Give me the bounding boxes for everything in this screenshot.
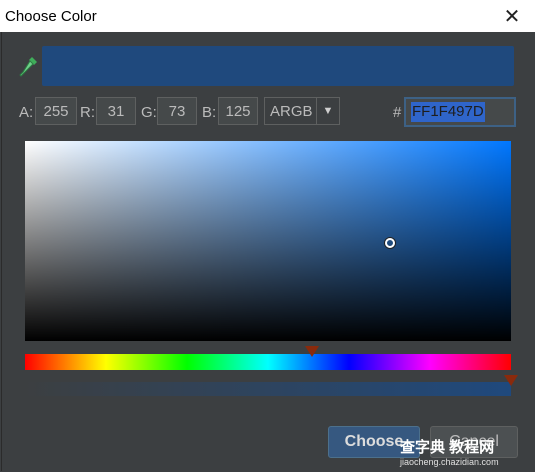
hue-slider[interactable] bbox=[25, 354, 511, 370]
alpha-field[interactable]: 255 bbox=[35, 97, 77, 125]
watermark-url: jiaocheng.chazidian.com bbox=[400, 457, 499, 467]
hex-value: FF1F497D bbox=[411, 102, 485, 122]
color-preview bbox=[42, 46, 514, 86]
green-label: G: bbox=[141, 104, 157, 121]
close-icon[interactable]: ✕ bbox=[489, 0, 535, 32]
watermark-text: 查字典 教程网 bbox=[400, 439, 495, 456]
alpha-slider[interactable] bbox=[25, 382, 511, 396]
color-picker-cursor[interactable] bbox=[385, 238, 395, 248]
eyedropper-icon[interactable] bbox=[19, 55, 39, 79]
alpha-label: A: bbox=[19, 104, 34, 121]
blue-field[interactable]: 125 bbox=[218, 97, 258, 125]
red-label: R: bbox=[80, 104, 95, 121]
red-field[interactable]: 31 bbox=[96, 97, 136, 125]
title-bar: Choose Color ✕ bbox=[0, 0, 535, 32]
hue-slider-thumb[interactable] bbox=[304, 346, 319, 357]
color-mode-select[interactable]: ARGB ▼ bbox=[264, 97, 340, 125]
hex-label: # bbox=[393, 104, 402, 121]
green-field[interactable]: 73 bbox=[157, 97, 197, 125]
chevron-down-icon[interactable]: ▼ bbox=[317, 105, 339, 117]
alpha-slider-thumb[interactable] bbox=[504, 375, 518, 386]
window-title: Choose Color bbox=[5, 7, 97, 25]
blue-label: B: bbox=[202, 104, 217, 121]
saturation-brightness-picker[interactable] bbox=[25, 141, 511, 341]
color-mode-value: ARGB bbox=[270, 102, 313, 120]
watermark-logo: 查字典 教程网 jiaocheng.chazidian.com bbox=[400, 440, 530, 470]
hex-field[interactable]: FF1F497D bbox=[404, 97, 516, 127]
